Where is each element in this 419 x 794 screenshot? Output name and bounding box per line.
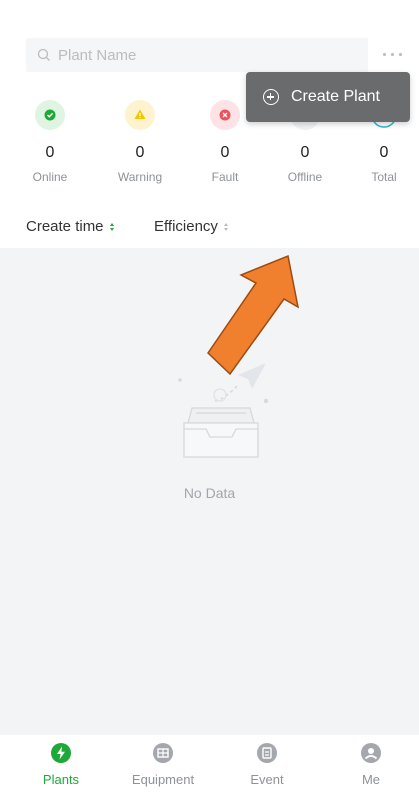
search-placeholder: Plant Name [58,46,137,64]
fault-icon [210,100,240,130]
tab-equipment[interactable]: Equipment [118,743,208,787]
sort-arrows-icon [223,222,228,231]
search-icon [37,48,50,61]
tab-plants[interactable]: Plants [16,743,106,787]
search-input[interactable]: Plant Name [26,38,368,72]
check-icon [35,100,65,130]
sort-create-time[interactable]: Create time [26,218,114,235]
stat-warning[interactable]: 0 Warning [105,100,175,184]
stat-warning-label: Warning [117,170,163,184]
stat-warning-value: 0 [135,144,145,161]
tab-event[interactable]: Event [222,743,312,787]
sort-create-time-label: Create time [26,218,104,235]
sort-efficiency-label: Efficiency [154,218,218,235]
create-plant-menu-item[interactable]: Create Plant [246,72,410,122]
stat-fault-value: 0 [220,144,230,161]
event-icon [257,743,277,763]
more-menu-icon[interactable] [378,46,408,62]
tab-equipment-label: Equipment [131,772,195,787]
annotation-arrow-icon [207,254,300,376]
tab-me[interactable]: Me [326,743,416,787]
stat-offline-value: 0 [300,144,310,161]
warning-icon [125,100,155,130]
create-plant-label: Create Plant [291,88,380,105]
user-icon [361,743,381,763]
stat-total-label: Total [371,170,397,184]
bolt-icon [51,743,71,763]
equipment-icon [153,743,173,763]
stat-fault-label: Fault [211,170,239,184]
sort-efficiency[interactable]: Efficiency [154,218,228,235]
tab-event-label: Event [250,772,284,787]
stat-online-value: 0 [45,144,55,161]
stat-online[interactable]: 0 Online [15,100,85,184]
tab-plants-label: Plants [42,772,80,787]
header-panel: Plant Name 0 Online 0 Warning 0 Fault 0 … [0,0,419,248]
stat-total-value: 0 [379,144,389,161]
bottom-tab-bar: Plants Equipment Event Me [0,735,419,794]
add-circle-icon [263,89,279,105]
tab-me-label: Me [361,772,381,787]
empty-state-text: No Data [183,485,236,501]
stat-offline-label: Offline [287,170,323,184]
stat-online-label: Online [32,170,68,184]
sort-arrows-icon [109,222,114,231]
